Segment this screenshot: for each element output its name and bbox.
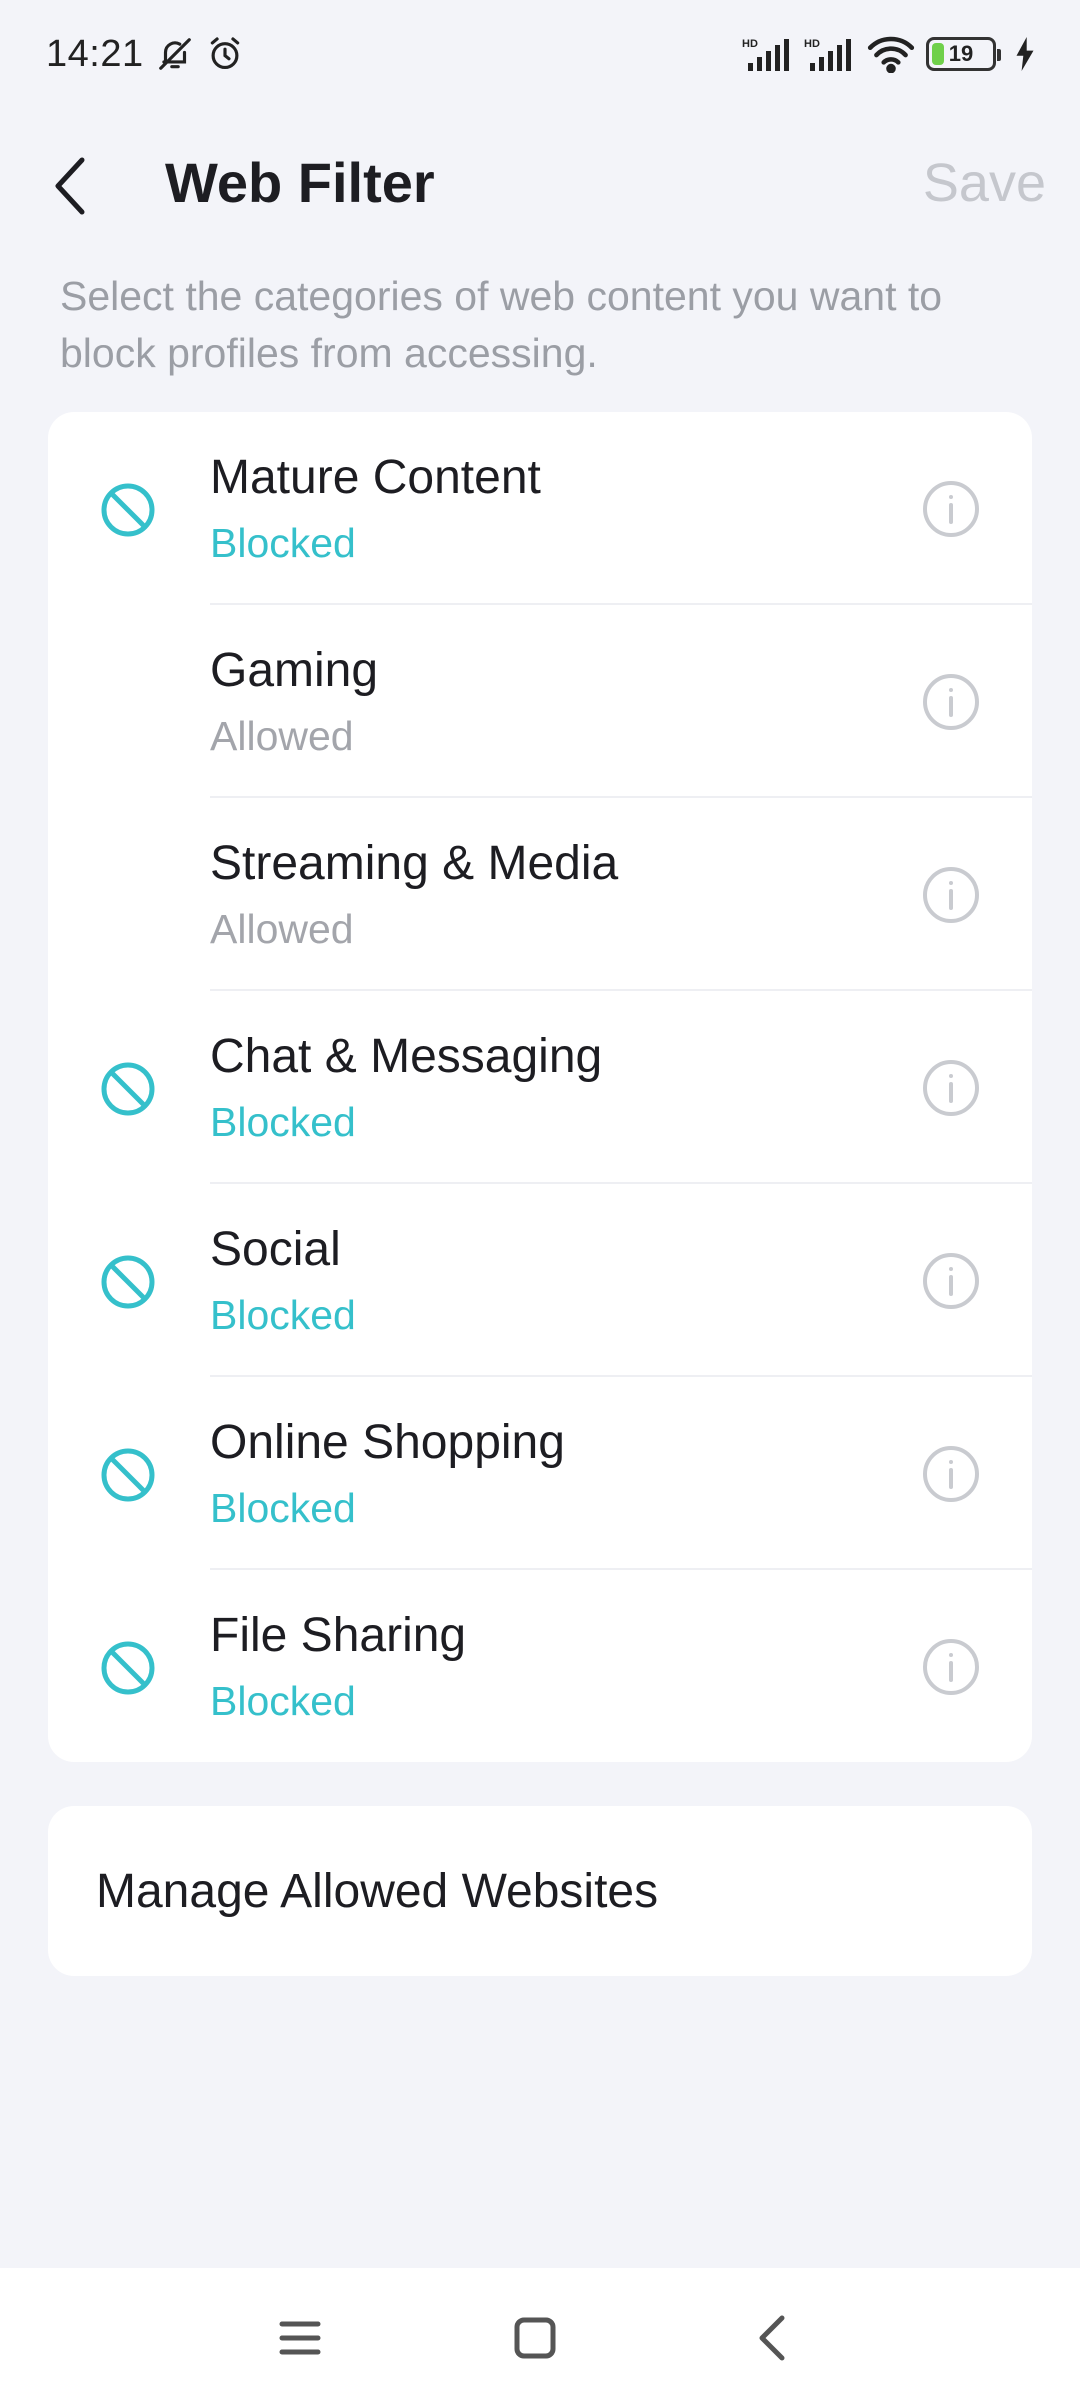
save-button[interactable]: Save <box>923 152 1046 214</box>
category-row[interactable]: Online Shopping Blocked <box>48 1377 1032 1570</box>
menu-icon <box>279 2321 321 2355</box>
status-right: HD HD 19 <box>742 35 1036 73</box>
category-row[interactable]: Mature Content Blocked <box>48 412 1032 605</box>
category-title: Gaming <box>210 644 379 697</box>
system-back-button[interactable] <box>742 2308 802 2368</box>
page-title: Web Filter <box>165 151 435 214</box>
category-status: Blocked <box>210 1485 356 1531</box>
category-status: Allowed <box>210 713 354 759</box>
home-square-icon <box>514 2317 556 2359</box>
status-time: 14:21 <box>46 32 144 75</box>
block-icon <box>100 482 156 538</box>
info-icon[interactable] <box>922 1445 980 1503</box>
info-icon[interactable] <box>922 1638 980 1696</box>
wifi-icon <box>866 35 916 73</box>
status-left: 14:21 <box>46 33 244 76</box>
block-icon <box>100 1640 156 1696</box>
battery-icon: 19 <box>926 37 1001 71</box>
category-row[interactable]: Gaming Allowed <box>48 605 1032 798</box>
category-title: Mature Content <box>210 451 541 504</box>
info-icon[interactable] <box>922 673 980 731</box>
menu-button[interactable] <box>270 2308 330 2368</box>
web-filter-screen: 14:21 HD HD 19 Web Filter Save Select th… <box>0 0 1080 2400</box>
category-row[interactable]: File Sharing Blocked <box>48 1570 1032 1762</box>
category-title: Streaming & Media <box>210 837 619 890</box>
category-row[interactable]: Streaming & Media Allowed <box>48 798 1032 991</box>
info-icon[interactable] <box>922 1059 980 1117</box>
category-row[interactable]: Chat & Messaging Blocked <box>48 991 1032 1184</box>
description-text: Select the categories of web content you… <box>60 273 943 376</box>
charging-icon <box>1014 37 1036 71</box>
block-icon <box>100 1061 156 1117</box>
manage-allowed-websites-button[interactable]: Manage Allowed Websites <box>48 1806 1032 1976</box>
back-button[interactable] <box>50 156 106 216</box>
svg-text:HD: HD <box>742 38 758 50</box>
category-list: Mature Content Blocked Gaming Allowed Stream… <box>48 412 1032 1762</box>
category-title: Social <box>210 1223 341 1276</box>
manage-allowed-websites-label: Manage Allowed Websites <box>96 1864 659 1918</box>
category-title: Chat & Messaging <box>210 1030 603 1083</box>
navigation-bar <box>0 2268 1080 2400</box>
category-status: Blocked <box>210 1292 356 1338</box>
chevron-left-icon <box>55 157 85 215</box>
bell-off-icon <box>156 35 194 73</box>
category-title: File Sharing <box>210 1609 467 1662</box>
home-button[interactable] <box>505 2308 565 2368</box>
info-icon[interactable] <box>922 866 980 924</box>
category-row[interactable]: Social Blocked <box>48 1184 1032 1377</box>
battery-level: 19 <box>948 41 974 66</box>
svg-text:HD: HD <box>804 38 820 50</box>
back-triangle-icon <box>759 2315 785 2361</box>
category-status: Blocked <box>210 520 356 566</box>
category-status: Blocked <box>210 1099 356 1145</box>
info-icon[interactable] <box>922 480 980 538</box>
hd-signal-icon: HD <box>804 35 856 73</box>
alarm-icon <box>206 35 244 73</box>
block-icon <box>100 1254 156 1310</box>
header: Web Filter Save <box>0 118 1080 248</box>
category-title: Online Shopping <box>210 1416 565 1469</box>
info-icon[interactable] <box>922 1252 980 1310</box>
hd-signal-icon: HD <box>742 35 794 73</box>
block-icon <box>100 1447 156 1503</box>
category-status: Allowed <box>210 906 354 952</box>
category-status: Blocked <box>210 1678 356 1724</box>
status-bar: 14:21 HD HD 19 <box>0 0 1080 108</box>
